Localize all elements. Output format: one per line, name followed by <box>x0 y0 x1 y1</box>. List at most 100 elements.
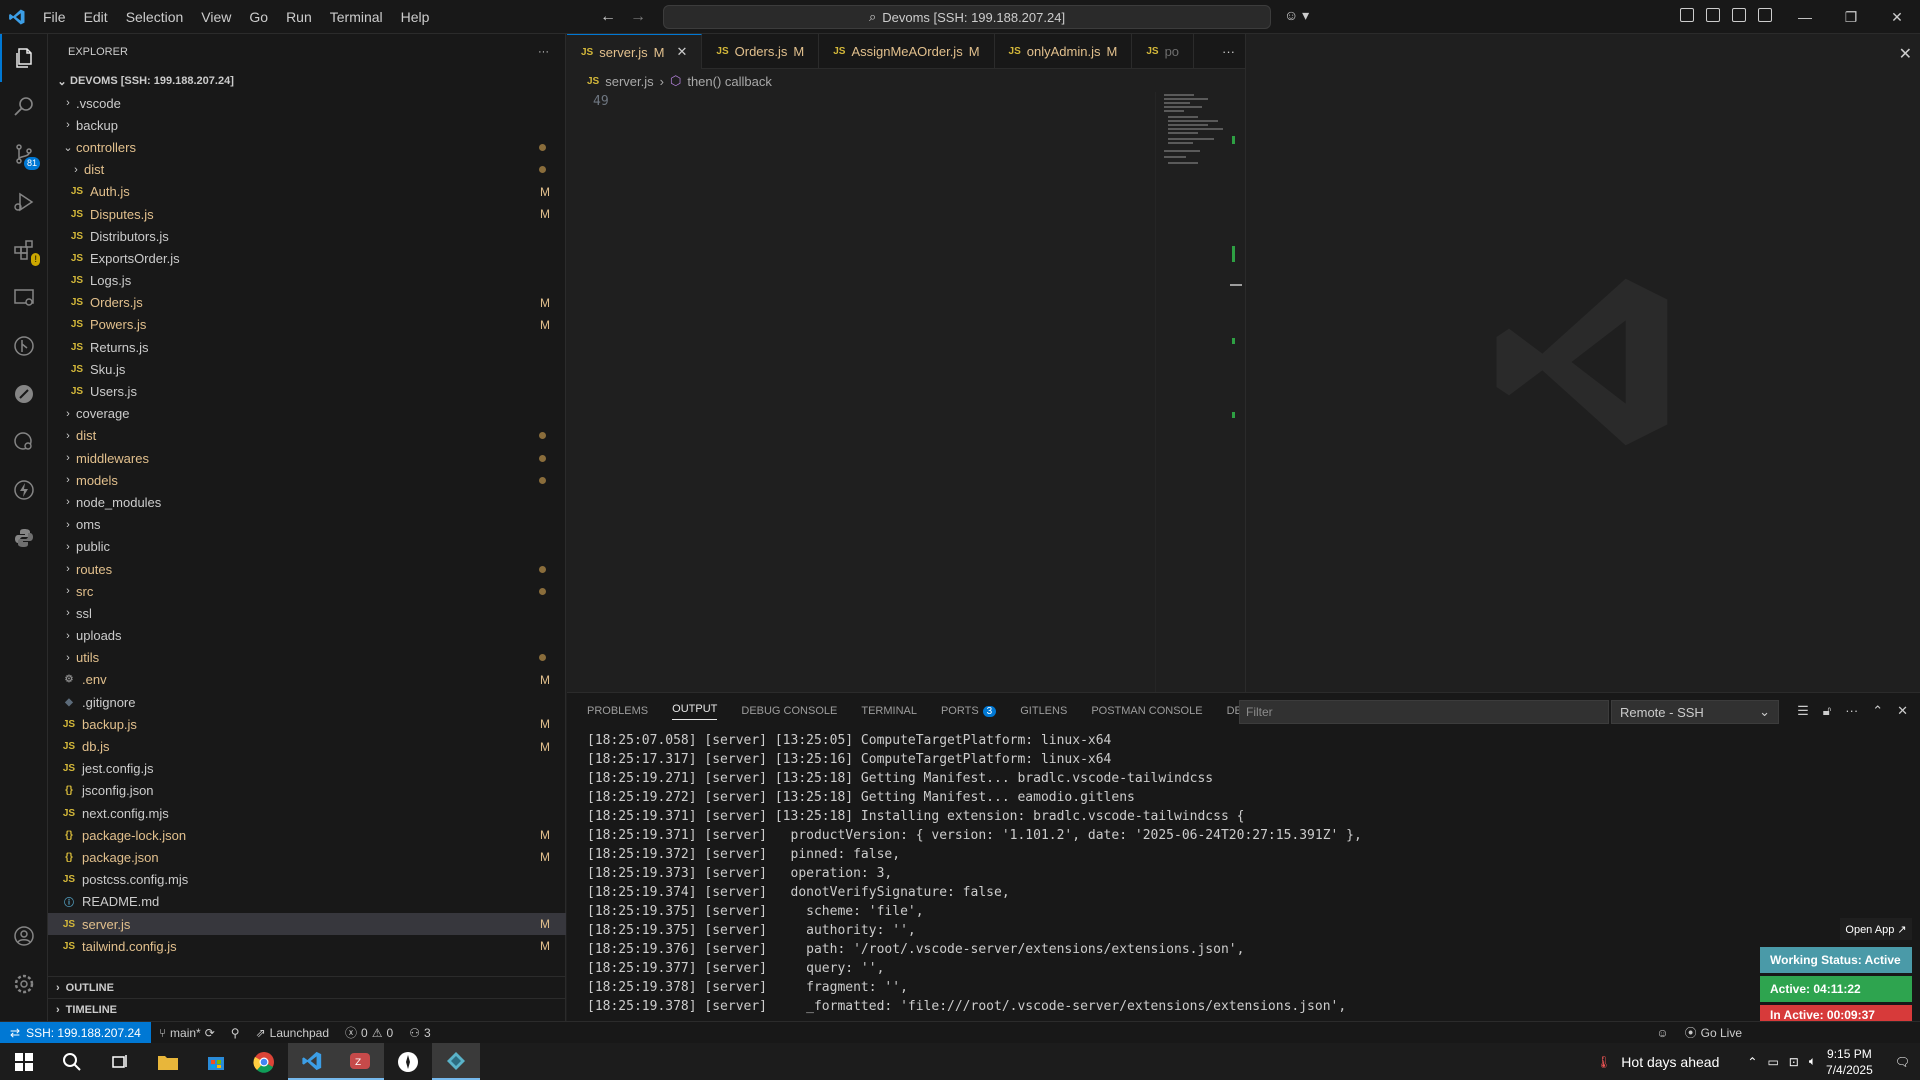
minimap[interactable] <box>1155 92 1245 692</box>
tree-file[interactable]: JS server.js M <box>48 912 566 936</box>
minimize-icon[interactable]: — <box>1782 0 1828 34</box>
panel-tab-output[interactable]: OUTPUT <box>672 703 718 720</box>
menu-selection[interactable]: Selection <box>117 0 193 34</box>
tree-folder[interactable]: › .vscode <box>48 92 566 114</box>
app-green-icon[interactable] <box>384 1043 432 1080</box>
tray-chevron-icon[interactable]: ⌃ <box>1747 1055 1757 1069</box>
tree-file[interactable]: JS Sku.js <box>48 358 566 380</box>
tree-file[interactable]: JS Auth.js M <box>48 181 566 203</box>
tree-folder[interactable]: › models <box>48 469 566 491</box>
customize-layout-icon[interactable] <box>1680 8 1694 22</box>
tree-file[interactable]: ◆ .gitignore <box>48 691 566 713</box>
battery-icon[interactable]: ▭ <box>1767 1055 1778 1069</box>
panel-tab-postman-console[interactable]: POSTMAN CONSOLE <box>1091 705 1202 717</box>
launchpad-button[interactable]: ⇗ Launchpad <box>248 1026 337 1040</box>
outline-section[interactable]: › OUTLINE <box>48 976 566 998</box>
database-icon[interactable] <box>0 418 48 466</box>
menu-file[interactable]: File <box>34 0 75 34</box>
tree-folder[interactable]: › uploads <box>48 625 566 647</box>
remote-indicator[interactable]: ⇄ SSH: 199.188.207.24 <box>0 1021 151 1044</box>
copilot-icon[interactable]: ☺ ▾ <box>1284 7 1309 24</box>
tree-file[interactable]: {} package-lock.json M <box>48 824 566 846</box>
tree-folder[interactable]: › public <box>48 536 566 558</box>
tree-file[interactable]: JS Orders.js M <box>48 292 566 314</box>
close-window-icon[interactable]: ✕ <box>1874 0 1920 34</box>
copilot-status-icon[interactable]: ☺ <box>1648 1026 1676 1040</box>
panel-tab-ports[interactable]: PORTS 3 <box>941 705 997 717</box>
editor-tab[interactable]: JS server.js M ✕ <box>567 34 703 69</box>
menu-help[interactable]: Help <box>392 0 439 34</box>
gitlens-icon[interactable] <box>0 322 48 370</box>
weather-icon[interactable]: 🌡︎ <box>1596 1055 1611 1069</box>
menu-terminal[interactable]: Terminal <box>321 0 392 34</box>
panel-tab-gitlens[interactable]: GITLENS <box>1020 705 1067 717</box>
ports-indicator[interactable]: ⚇ 3 <box>401 1026 438 1040</box>
editor-tab[interactable]: JS AssignMeAOrder.js M <box>819 34 995 69</box>
clear-output-icon[interactable]: ☰ <box>1797 703 1809 719</box>
panel-tab-debug-console[interactable]: DEBUG CONSOLE <box>741 705 837 717</box>
explorer-icon[interactable] <box>0 34 48 82</box>
tree-folder[interactable]: › coverage <box>48 403 566 425</box>
menu-go[interactable]: Go <box>240 0 277 34</box>
output-channel-select[interactable]: Remote - SSH ⌄ <box>1611 700 1779 724</box>
tree-file[interactable]: JS Returns.js <box>48 336 566 358</box>
problems-indicator[interactable]: ⓧ 0 ⚠ 0 <box>337 1024 401 1041</box>
gitlens-status-icon[interactable]: ⚲ <box>223 1026 248 1040</box>
toggle-sidebar-icon[interactable] <box>1706 8 1720 22</box>
remote-explorer-icon[interactable] <box>0 274 48 322</box>
editor-tab[interactable]: JS onlyAdmin.js M <box>995 34 1133 69</box>
run-debug-icon[interactable] <box>0 178 48 226</box>
accounts-icon[interactable] <box>0 912 48 960</box>
tree-file[interactable]: JS Disputes.js M <box>48 203 566 225</box>
search-icon[interactable] <box>0 82 48 130</box>
branch-indicator[interactable]: ⑂ main* ⟳ <box>151 1026 223 1040</box>
close-tab-icon[interactable]: ✕ <box>676 44 687 60</box>
breadcrumb-symbol[interactable]: then() callback <box>687 74 772 89</box>
breadcrumb-file[interactable]: server.js <box>605 74 653 89</box>
postman-icon[interactable] <box>0 370 48 418</box>
code-editor[interactable]: 49 <box>567 92 1245 692</box>
windows-start-icon[interactable] <box>0 1043 48 1080</box>
weather-label[interactable]: Hot days ahead <box>1621 1054 1719 1070</box>
thunder-client-icon[interactable] <box>0 466 48 514</box>
tree-folder[interactable]: › dist <box>48 425 566 447</box>
tree-file[interactable]: JS backup.js M <box>48 713 566 735</box>
editor-tab[interactable]: JS po <box>1132 34 1195 69</box>
clock[interactable]: 9:15 PM 7/4/2025 <box>1826 1046 1873 1078</box>
tree-file[interactable]: ⚙ .env M <box>48 669 566 691</box>
tree-folder[interactable]: › ssl <box>48 602 566 624</box>
more-actions-icon[interactable]: ··· <box>538 46 549 58</box>
vscode-taskbar-icon[interactable] <box>288 1043 336 1080</box>
tree-file[interactable]: JS db.js M <box>48 735 566 757</box>
workspace-root[interactable]: ⌄ DEVOMS [SSH: 199.188.207.24] <box>48 70 565 92</box>
tree-file[interactable]: JS ExportsOrder.js <box>48 247 566 269</box>
volume-icon[interactable]: 🔈︎ <box>1809 1054 1816 1069</box>
command-center-search[interactable]: ⌕ Devoms [SSH: 199.188.207.24] <box>663 5 1271 29</box>
source-control-icon[interactable]: 81 <box>0 130 48 178</box>
toggle-secondary-sidebar-icon[interactable] <box>1758 8 1772 22</box>
tree-folder[interactable]: › node_modules <box>48 491 566 513</box>
lock-scroll-icon[interactable]: 🔓︎ <box>1823 703 1831 719</box>
tree-file[interactable]: JS next.config.mjs <box>48 802 566 824</box>
python-icon[interactable] <box>0 514 48 562</box>
sync-icon[interactable]: ⟳ <box>205 1026 215 1040</box>
menu-run[interactable]: Run <box>277 0 321 34</box>
notifications-icon[interactable]: 🗨︎ <box>1895 1055 1910 1069</box>
tree-folder[interactable]: › dist <box>48 159 566 181</box>
forward-arrow-icon[interactable]: → <box>630 8 646 26</box>
close-panel-icon[interactable]: ✕ <box>1897 703 1908 719</box>
output-log[interactable]: [18:25:07.058] [server] [13:25:05] Compu… <box>587 731 1887 1016</box>
tree-folder[interactable]: › utils <box>48 647 566 669</box>
taskbar-search-icon[interactable] <box>48 1043 96 1080</box>
tree-file[interactable]: JS jest.config.js <box>48 758 566 780</box>
menu-view[interactable]: View <box>192 0 240 34</box>
microsoft-store-icon[interactable] <box>192 1043 240 1080</box>
tree-folder[interactable]: › src <box>48 580 566 602</box>
editor-tab[interactable]: JS Orders.js M <box>702 34 820 69</box>
file-explorer-icon[interactable] <box>144 1043 192 1080</box>
tree-folder[interactable]: › routes <box>48 558 566 580</box>
tree-file[interactable]: JS Users.js <box>48 380 566 402</box>
maximize-panel-icon[interactable]: ⌃ <box>1872 703 1883 719</box>
tree-file[interactable]: JS Distributors.js <box>48 225 566 247</box>
chrome-icon[interactable] <box>240 1043 288 1080</box>
